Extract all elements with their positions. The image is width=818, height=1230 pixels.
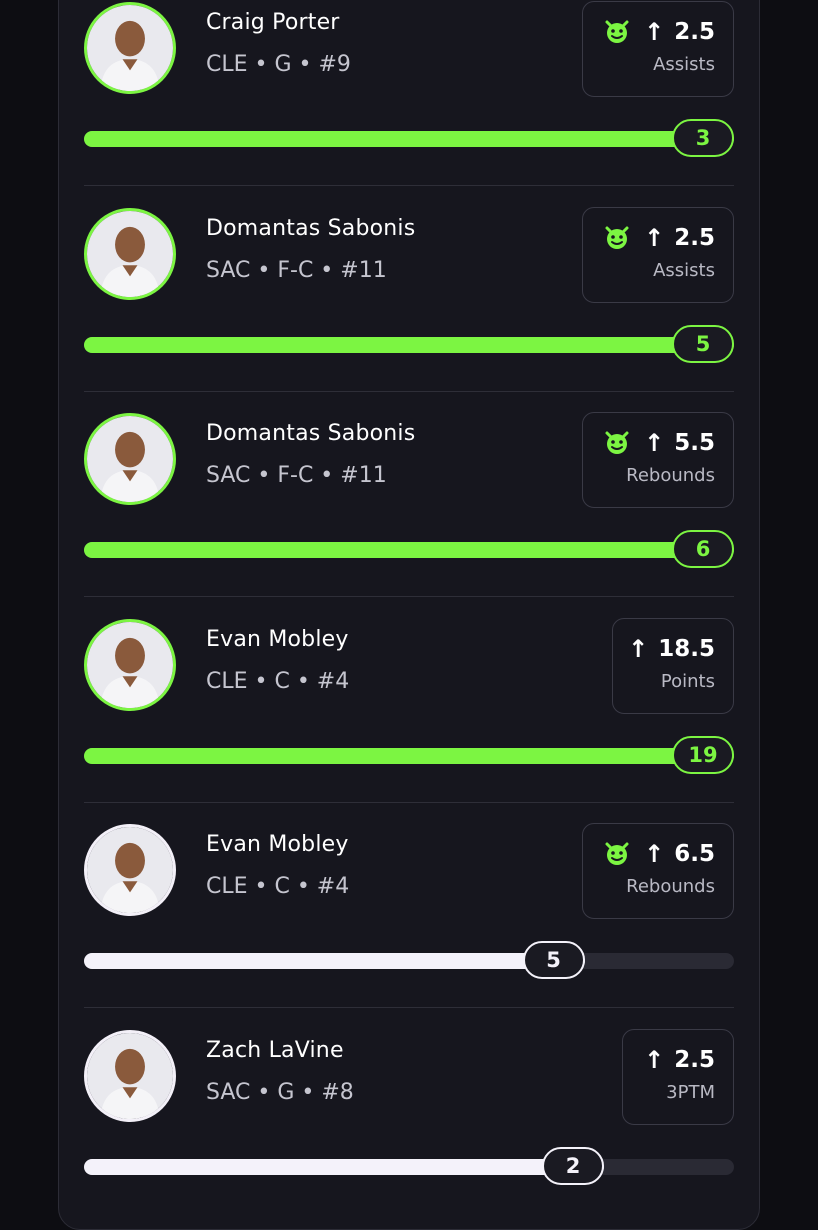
result-badge: 5	[672, 324, 734, 363]
result-badge: 19	[672, 735, 734, 774]
player-team-position-number: SAC • F-C • #11	[206, 257, 387, 283]
progress-track: 3	[84, 119, 734, 157]
player-photo	[87, 210, 173, 297]
prop-line-box[interactable]: ↑ 18.5 Points	[612, 617, 734, 714]
stat-type: Rebounds	[626, 465, 715, 486]
arrow-up-icon: ↑	[644, 840, 665, 868]
player-team-position-number: SAC • F-C • #11	[206, 463, 387, 488]
player-team-position-number: CLE • C • #4	[206, 874, 350, 899]
prop-line: ↑ 2.5	[644, 1046, 715, 1074]
progress-fill	[84, 953, 585, 969]
stat-type: 3PTM	[666, 1081, 715, 1103]
prop-line-box[interactable]: ↑ 5.5 Rebounds	[582, 412, 734, 508]
progress-fill	[84, 336, 734, 353]
player-name: Evan Mobley	[206, 626, 349, 652]
demon-icon	[605, 842, 629, 865]
player-team-position-number: CLE • G • #9	[206, 52, 351, 77]
line-value: 2.5	[674, 1046, 715, 1073]
progress-fill	[84, 542, 734, 558]
player-avatar	[84, 1029, 176, 1122]
result-badge: 6	[672, 530, 734, 568]
prop-line-box[interactable]: ↑ 6.5 Rebounds	[582, 823, 734, 919]
line-value: 2.5	[674, 19, 715, 45]
progress-fill	[84, 747, 734, 764]
stat-type: Points	[660, 670, 715, 692]
prop-line: ↑ 5.5	[604, 429, 715, 457]
progress-fill	[84, 131, 734, 147]
player-avatar	[84, 2, 176, 94]
result-badge: 2	[542, 1146, 604, 1185]
prop-line: ↑ 2.5	[604, 224, 715, 252]
progress-fill	[84, 1158, 604, 1175]
line-value: 18.5	[658, 635, 715, 662]
player-photo	[87, 621, 173, 708]
pick-row: Evan Mobley CLE • C • #4 ↑ 18.5 Points 1…	[0, 597, 818, 802]
arrow-up-icon: ↑	[644, 18, 665, 46]
demon-icon	[605, 226, 629, 249]
line-value: 5.5	[674, 430, 715, 456]
player-name: Domantas Sabonis	[206, 215, 416, 241]
arrow-up-icon: ↑	[644, 1045, 665, 1074]
progress-track: 2	[84, 1146, 734, 1185]
prop-line-box[interactable]: ↑ 2.5 Assists	[582, 1, 734, 97]
pick-row: Domantas Sabonis SAC • F-C • #11 ↑ 2.5 A…	[0, 186, 818, 391]
pick-row: Zach LaVine SAC • G • #8 ↑ 2.5 3PTM 2	[0, 1008, 818, 1213]
player-team-position-number: CLE • C • #4	[206, 668, 350, 694]
player-avatar	[84, 207, 176, 300]
progress-track: 19	[84, 735, 734, 774]
player-team-position-number: SAC • G • #8	[206, 1079, 354, 1105]
player-avatar	[84, 618, 176, 711]
stat-type: Assists	[653, 259, 715, 281]
progress-track: 5	[84, 941, 734, 979]
line-value: 6.5	[674, 841, 715, 867]
stat-type: Assists	[653, 54, 715, 75]
prop-line: ↑ 6.5	[604, 840, 715, 868]
demon-icon	[605, 431, 629, 454]
pick-row: Evan Mobley CLE • C • #4 ↑ 6.5 Rebounds …	[0, 802, 818, 1007]
player-name: Evan Mobley	[206, 832, 349, 857]
arrow-up-icon: ↑	[644, 223, 665, 252]
player-photo	[87, 416, 173, 502]
arrow-up-icon: ↑	[628, 634, 649, 663]
pick-row: Domantas Sabonis SAC • F-C • #11 ↑ 5.5 R…	[0, 391, 818, 596]
player-avatar	[84, 824, 176, 916]
player-name: Craig Porter	[206, 10, 340, 35]
player-name: Zach LaVine	[206, 1037, 344, 1063]
arrow-up-icon: ↑	[644, 429, 665, 457]
player-avatar	[84, 413, 176, 505]
player-photo	[87, 1032, 173, 1119]
progress-track: 6	[84, 530, 734, 568]
prop-line-box[interactable]: ↑ 2.5 Assists	[582, 206, 734, 303]
stat-type: Rebounds	[626, 876, 715, 897]
prop-line: ↑ 2.5	[604, 18, 715, 46]
progress-track: 5	[84, 324, 734, 363]
player-name: Domantas Sabonis	[206, 421, 416, 446]
prop-line: ↑ 18.5	[628, 635, 715, 663]
player-photo	[87, 827, 173, 913]
player-photo	[87, 5, 173, 91]
line-value: 2.5	[674, 224, 715, 251]
pick-row: Craig Porter CLE • G • #9 ↑ 2.5 Assists …	[0, 0, 818, 185]
demon-icon	[605, 20, 629, 43]
prop-line-box[interactable]: ↑ 2.5 3PTM	[622, 1028, 734, 1125]
result-badge: 3	[672, 119, 734, 157]
result-badge: 5	[522, 941, 585, 979]
